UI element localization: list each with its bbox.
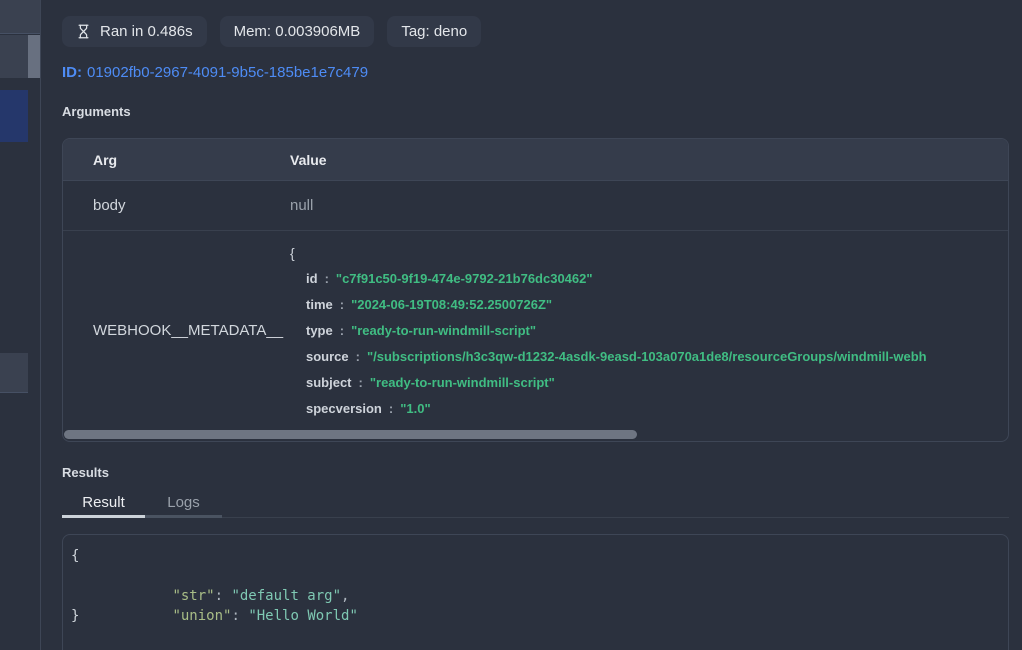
json-entry-subject: subject: "ready-to-run-windmill-script" [290, 370, 1008, 396]
code-line-str: "str": "default arg", [71, 566, 1000, 586]
arguments-table: Arg Value body null WEBHOOK__METADATA__ … [62, 138, 1009, 442]
code-string: "default arg" [231, 588, 341, 604]
json-entry-type: type: "ready-to-run-windmill-script" [290, 318, 1008, 344]
code-string: "Hello World" [248, 608, 358, 624]
sidebar-item[interactable] [0, 353, 28, 393]
horizontal-scrollbar-thumb[interactable] [64, 430, 637, 439]
sidebar-item[interactable] [0, 35, 28, 78]
horizontal-scrollbar-track [63, 429, 1008, 441]
arg-name: body [63, 197, 290, 214]
json-entry-source: source: "/subscriptions/h3c3qw-d1232-4asd… [290, 344, 1008, 370]
sidebar-item-selected[interactable] [0, 90, 28, 142]
json-entry-time: time: "2024-06-19T08:49:52.2500726Z" [290, 292, 1008, 318]
code-key: "str" [172, 588, 214, 604]
tag-badge: Tag: deno [387, 16, 481, 47]
arg-name: WEBHOOK__METADATA__ [63, 322, 290, 339]
json-value: "1.0" [400, 401, 430, 416]
results-tabbar: Result Logs [62, 490, 1009, 518]
json-key: specversion [306, 401, 382, 416]
arg-value-null: null [290, 197, 313, 214]
run-detail-page: Ran in 0.486s Mem: 0.003906MB Tag: deno … [0, 0, 1022, 650]
json-value: "ready-to-run-windmill-script" [351, 323, 536, 338]
code-open-brace: { [71, 548, 79, 564]
tab-result[interactable]: Result [62, 490, 145, 518]
json-key: type [306, 323, 333, 338]
job-id-link[interactable]: 01902fb0-2967-4091-9b5c-185be1e7c479 [87, 64, 368, 81]
json-key: time [306, 297, 333, 312]
json-open-brace: { [290, 245, 295, 261]
json-value: "/subscriptions/h3c3qw-d1232-4asdk-9easd… [367, 349, 927, 364]
column-header-arg: Arg [63, 152, 290, 168]
json-key: source [306, 349, 349, 364]
json-value: "ready-to-run-windmill-script" [370, 375, 555, 390]
json-entry-id: id: "c7f91c50-9f19-474e-9792-21b76dc30462… [290, 266, 1008, 292]
runtime-badge-label: Ran in 0.486s [100, 23, 193, 40]
tag-badge-label: Tag: deno [401, 23, 467, 40]
json-value: "2024-06-19T08:49:52.2500726Z" [351, 297, 552, 312]
job-id-label: ID: [62, 64, 82, 81]
memory-badge: Mem: 0.003906MB [220, 16, 375, 47]
run-stats-badges: Ran in 0.486s Mem: 0.003906MB Tag: deno [62, 16, 1022, 47]
json-colon: : [340, 297, 344, 312]
json-colon: : [359, 375, 363, 390]
json-value: "c7f91c50-9f19-474e-9792-21b76dc30462" [336, 271, 593, 286]
result-json-block: { "str": "default arg", "union": "Hello … [62, 534, 1009, 650]
job-run-panel: Ran in 0.486s Mem: 0.003906MB Tag: deno … [41, 0, 1022, 650]
table-row-body: body null [63, 181, 1008, 231]
arguments-title: Arguments [62, 104, 1022, 119]
collapsed-sidebar [0, 0, 41, 650]
json-colon: : [325, 271, 329, 286]
code-close-brace: } [71, 608, 79, 624]
json-colon: : [356, 349, 360, 364]
code-separator: : [231, 608, 248, 624]
code-key: "union" [172, 608, 231, 624]
json-entry-specversion: specversion: "1.0" [290, 396, 1008, 422]
json-colon: : [340, 323, 344, 338]
column-header-value: Value [290, 152, 327, 168]
results-title: Results [62, 465, 1022, 480]
json-viewer: { id: "c7f91c50-9f19-474e-9792-21b76dc304… [290, 231, 1008, 429]
code-separator: : [215, 588, 232, 604]
memory-badge-label: Mem: 0.003906MB [234, 23, 361, 40]
tab-logs[interactable]: Logs [145, 490, 222, 518]
json-key: id [306, 271, 318, 286]
table-row-webhook-metadata: WEBHOOK__METADATA__ { id: "c7f91c50-9f19-… [63, 231, 1008, 429]
arguments-table-header: Arg Value [63, 139, 1008, 181]
json-key: subject [306, 375, 352, 390]
job-id-line: ID: 01902fb0-2967-4091-9b5c-185be1e7c479 [62, 64, 1022, 81]
code-comma: , [341, 588, 349, 604]
hourglass-icon [76, 24, 91, 39]
json-colon: : [389, 401, 393, 416]
sidebar-item-top[interactable] [0, 0, 40, 34]
runtime-badge: Ran in 0.486s [62, 16, 207, 47]
sidebar-scrollbar[interactable] [28, 35, 40, 78]
